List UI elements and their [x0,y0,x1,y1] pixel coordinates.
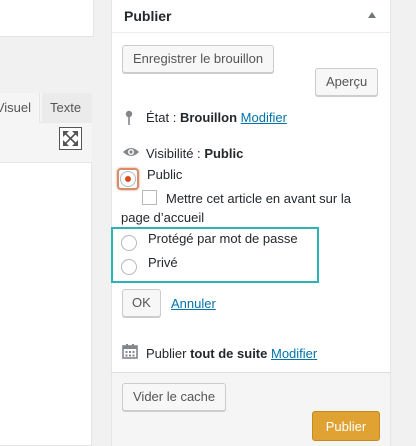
visibility-label: Visibilité : [146,146,201,161]
option-public-label: Public [147,167,183,182]
radio-password[interactable] [121,235,137,251]
collapse-arrow-icon[interactable] [368,12,376,18]
status-value: Brouillon [179,110,238,125]
editor-tabs: Visuel Texte [0,93,92,123]
tab-text[interactable]: Texte [42,93,92,123]
pin-icon [124,110,134,129]
option-private-label: Privé [148,255,178,270]
visibility-row: Visibilité : Public [146,146,243,161]
visibility-value: Public [204,146,244,161]
fullscreen-icon[interactable] [59,127,82,150]
status-row: État : Brouillon Modifier [146,110,287,125]
editor-area: Visuel Texte [0,0,94,446]
preview-button[interactable]: Aperçu [315,68,379,96]
sticky-checkbox[interactable] [142,190,157,205]
publish-time-edit-link[interactable]: Modifier [271,346,317,361]
status-label: État : [146,110,177,125]
sticky-label-line2: page d’accueil [121,210,205,225]
publish-time-label: Publier [146,346,187,361]
status-edit-link[interactable]: Modifier [241,110,287,125]
sticky-label: Mettre cet article en avant sur la [166,191,351,206]
publish-time-row: Publier tout de suite Modifier [146,346,317,361]
eye-icon [122,146,140,161]
panel-title: Publier [124,8,172,24]
cancel-link[interactable]: Annuler [171,296,216,311]
save-draft-button[interactable]: Enregistrer le brouillon [122,45,275,73]
panel-header[interactable]: Publier [112,0,390,33]
calendar-icon [122,344,138,362]
ok-button[interactable]: OK [122,289,161,317]
publish-time-value: tout de suite [190,346,268,361]
option-password-label: Protégé par mot de passe [148,231,298,246]
clear-cache-button[interactable]: Vider le cache [122,383,227,411]
radio-private[interactable] [121,259,137,275]
tab-visual[interactable]: Visuel [0,93,40,123]
radio-public[interactable] [120,171,136,187]
publish-button[interactable]: Publier [312,411,380,441]
editor-title-area [0,0,94,37]
